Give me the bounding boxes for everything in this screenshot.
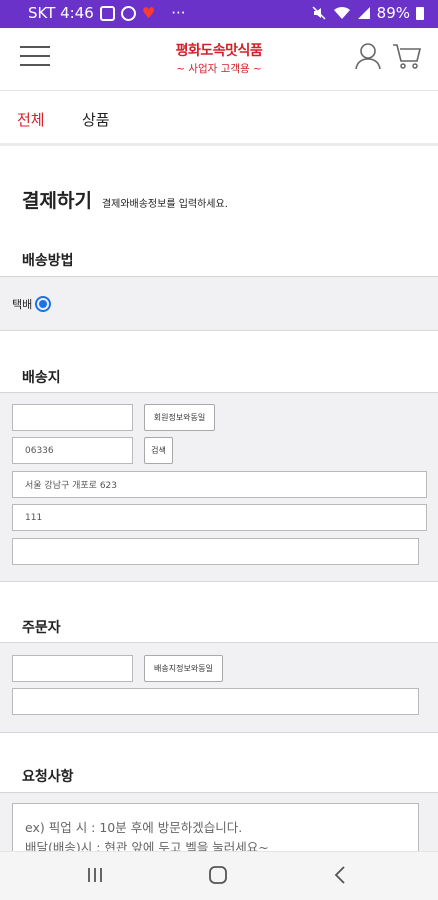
signal-icon xyxy=(357,7,370,19)
address-detail-input[interactable]: 111 xyxy=(12,504,427,531)
tab-all[interactable]: 전체 xyxy=(17,109,45,130)
android-nav-bar xyxy=(0,851,438,900)
delivery-option[interactable]: 택배 xyxy=(12,296,52,312)
battery-percent: 89% xyxy=(376,4,410,22)
same-as-shipping-button[interactable]: 배송지정보와동일 xyxy=(144,655,223,682)
recent-apps-icon[interactable] xyxy=(86,865,104,885)
carrier-time: SKT 4:46 xyxy=(28,4,94,22)
status-bar: SKT 4:46 ♥ ··· 89% xyxy=(0,0,438,28)
address-input[interactable]: 서울 강남구 개포로 623 xyxy=(12,471,427,498)
app-header: 평화도속맛식품 ~ 사업자 고객용 ~ xyxy=(0,28,438,90)
page-title-row: 결제하기 결제와배송정보를 입력하세요. xyxy=(22,186,228,213)
battery-icon xyxy=(416,6,424,20)
orderer-panel: 배송지정보와동일 xyxy=(0,642,438,733)
orderer-phone-input[interactable] xyxy=(12,688,419,715)
home-icon[interactable] xyxy=(208,865,228,885)
wifi-icon xyxy=(333,6,350,19)
orderer-title: 주문자 xyxy=(22,620,61,636)
heart-icon: ♥ xyxy=(141,3,156,22)
destination-panel: 회원정보와동일 06336 검색 서울 강남구 개포로 623 111 xyxy=(0,392,438,582)
orderer-name-input[interactable] xyxy=(12,655,133,682)
shipping-method-panel: 택배 xyxy=(0,276,438,331)
mute-icon xyxy=(312,6,326,20)
more-notifications-dots: ··· xyxy=(171,4,186,22)
delivery-radio[interactable] xyxy=(35,296,52,312)
page-subtitle: 결제와배송정보를 입력하세요. xyxy=(101,199,228,210)
page-title: 결제하기 xyxy=(22,190,92,212)
request-title: 요청사항 xyxy=(22,769,74,785)
cart-icon[interactable] xyxy=(392,42,422,70)
category-tabs: 전체 상품 xyxy=(0,90,438,146)
postcode-input[interactable]: 06336 xyxy=(12,437,133,464)
destination-title: 배송지 xyxy=(22,370,61,386)
shipping-method-title: 배송방법 xyxy=(22,253,74,269)
postcode-search-button[interactable]: 검색 xyxy=(144,437,173,464)
recipient-name-input[interactable] xyxy=(12,404,133,431)
same-as-member-button[interactable]: 회원정보와동일 xyxy=(144,404,215,431)
notification-app-icon xyxy=(99,5,115,21)
tab-products[interactable]: 상품 xyxy=(82,109,110,130)
request-placeholder-line1: ex) 픽업 시 : 10분 후에 방문하겠습니다. xyxy=(25,820,243,835)
notification-app-icon-2 xyxy=(120,5,136,21)
user-icon[interactable] xyxy=(355,42,381,70)
back-icon[interactable] xyxy=(333,865,347,885)
delivery-option-label: 택배 xyxy=(12,298,33,311)
recipient-phone-input[interactable] xyxy=(12,538,419,565)
